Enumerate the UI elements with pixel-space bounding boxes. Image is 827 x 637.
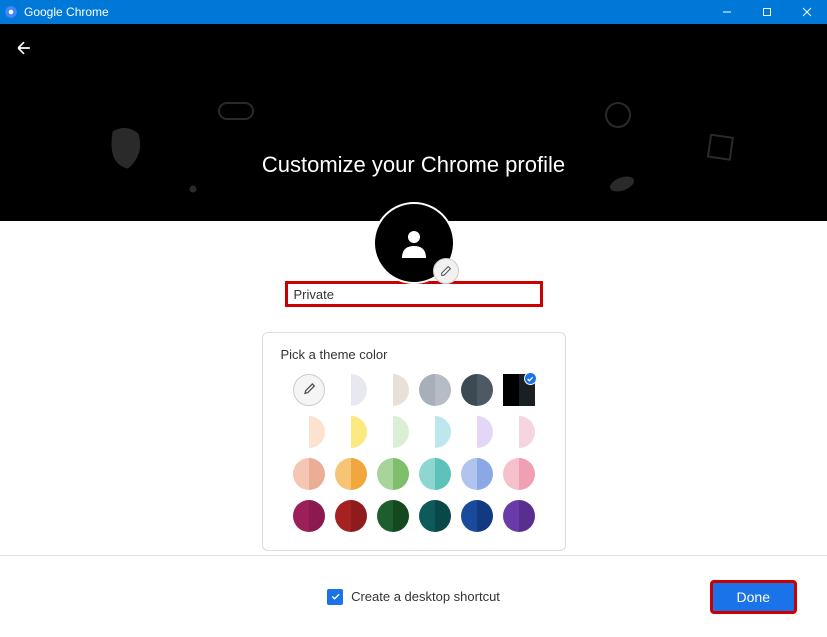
shortcut-label: Create a desktop shortcut bbox=[351, 589, 500, 604]
theme-color-swatch[interactable] bbox=[461, 374, 493, 406]
theme-color-swatch[interactable] bbox=[293, 458, 325, 490]
footer-bar: Create a desktop shortcut Done bbox=[0, 555, 827, 637]
theme-picker-label: Pick a theme color bbox=[281, 347, 547, 362]
page-heading: Customize your Chrome profile bbox=[0, 152, 827, 178]
minimize-button[interactable] bbox=[707, 0, 747, 24]
theme-color-swatch[interactable] bbox=[377, 500, 409, 532]
window-title: Google Chrome bbox=[24, 5, 707, 19]
color-picker-swatch[interactable] bbox=[293, 374, 325, 406]
theme-color-swatch[interactable] bbox=[461, 458, 493, 490]
theme-color-swatch[interactable] bbox=[503, 416, 535, 448]
theme-color-swatch[interactable] bbox=[503, 500, 535, 532]
decoration-pill bbox=[218, 102, 254, 122]
theme-color-swatch[interactable] bbox=[461, 500, 493, 532]
theme-color-grid bbox=[281, 374, 547, 532]
back-button[interactable] bbox=[12, 36, 36, 60]
decoration-dot bbox=[189, 185, 197, 193]
decoration-seed bbox=[608, 176, 636, 192]
theme-color-swatch[interactable] bbox=[335, 416, 367, 448]
theme-color-swatch[interactable] bbox=[419, 458, 451, 490]
theme-color-swatch[interactable] bbox=[377, 458, 409, 490]
theme-picker-panel: Pick a theme color bbox=[262, 332, 566, 551]
theme-color-swatch[interactable] bbox=[419, 374, 451, 406]
selected-check-icon bbox=[524, 372, 537, 385]
theme-color-swatch[interactable] bbox=[293, 416, 325, 448]
window-titlebar: Google Chrome bbox=[0, 0, 827, 24]
maximize-button[interactable] bbox=[747, 0, 787, 24]
theme-color-swatch[interactable] bbox=[293, 500, 325, 532]
profile-name-input[interactable] bbox=[285, 281, 543, 307]
chrome-icon bbox=[4, 5, 18, 19]
done-button[interactable]: Done bbox=[710, 580, 797, 614]
edit-avatar-button[interactable] bbox=[433, 258, 459, 284]
shortcut-checkbox[interactable] bbox=[327, 589, 343, 605]
theme-color-swatch[interactable] bbox=[335, 500, 367, 532]
theme-color-swatch[interactable] bbox=[503, 374, 535, 406]
theme-color-swatch[interactable] bbox=[335, 374, 367, 406]
profile-avatar bbox=[373, 202, 455, 284]
shortcut-checkbox-wrap[interactable]: Create a desktop shortcut bbox=[327, 589, 500, 605]
header-banner: Customize your Chrome profile bbox=[0, 24, 827, 221]
theme-color-swatch[interactable] bbox=[419, 416, 451, 448]
theme-color-swatch[interactable] bbox=[377, 416, 409, 448]
theme-color-swatch[interactable] bbox=[419, 500, 451, 532]
theme-color-swatch[interactable] bbox=[503, 458, 535, 490]
close-button[interactable] bbox=[787, 0, 827, 24]
theme-color-swatch[interactable] bbox=[377, 374, 409, 406]
theme-color-swatch[interactable] bbox=[461, 416, 493, 448]
theme-color-swatch[interactable] bbox=[335, 458, 367, 490]
decoration-circle bbox=[604, 101, 632, 129]
